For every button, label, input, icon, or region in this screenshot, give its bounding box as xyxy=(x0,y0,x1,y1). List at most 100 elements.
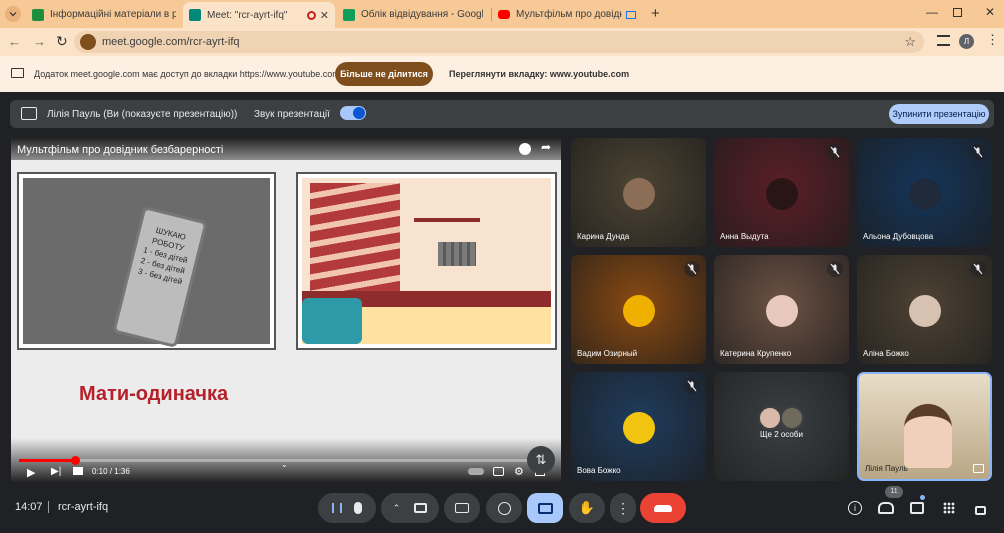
meeting-info-button[interactable]: i xyxy=(845,498,865,518)
tab-info-materials[interactable]: Інформаційні матеріали в рам xyxy=(26,3,182,26)
participant-name: Вадим Озирный xyxy=(577,349,638,358)
tab-title: Облік відвідування - Google Т xyxy=(361,9,483,20)
share-icon[interactable]: ➦ xyxy=(541,140,551,154)
subtitles-icon[interactable] xyxy=(493,467,504,476)
participant-tile[interactable]: Вадим Озирный xyxy=(571,255,706,364)
sofa-image xyxy=(302,298,362,344)
mic-off-icon xyxy=(970,261,986,277)
present-now-button[interactable] xyxy=(527,493,563,523)
reload-button[interactable]: ↻ xyxy=(56,33,68,50)
info-icon: i xyxy=(848,501,862,515)
shared-video[interactable]: Мультфільм про довідник безбарерності ➦ … xyxy=(11,138,561,482)
stop-presenting-button[interactable]: Зупинити презентацію xyxy=(889,104,989,124)
media-control-icon[interactable] xyxy=(937,35,950,46)
chat-button[interactable] xyxy=(907,498,927,518)
participant-tile[interactable]: Вова Божко xyxy=(571,372,706,481)
chevron-up-icon[interactable]: ⌃ xyxy=(393,503,401,514)
time-divider xyxy=(48,501,49,513)
tab-attendance[interactable]: Облік відвідування - Google Т xyxy=(337,3,489,26)
sound-toggle[interactable] xyxy=(340,106,366,120)
new-tab-button[interactable]: + xyxy=(651,5,660,22)
participant-name: Карина Дунда xyxy=(577,232,630,241)
classroom-icon xyxy=(32,8,44,21)
wall-shelf xyxy=(414,218,480,222)
back-button[interactable]: ← xyxy=(8,34,21,49)
share-tab-icon xyxy=(11,68,24,78)
presenter-camera-image xyxy=(904,404,952,468)
activities-button[interactable] xyxy=(939,498,959,518)
url-text: meet.google.com/rcr-ayrt-ifq xyxy=(102,36,240,48)
chapter-chevron-icon[interactable]: ⌄ xyxy=(281,460,288,469)
reactions-button[interactable] xyxy=(486,493,522,523)
chevron-down-icon xyxy=(9,12,17,17)
lock-person-icon xyxy=(974,506,986,515)
mic-off-icon xyxy=(827,144,843,160)
participant-tile[interactable]: Альона Дубовцова xyxy=(857,138,992,247)
raise-hand-button[interactable]: ✋ xyxy=(569,493,605,523)
participant-tile[interactable]: Анна Выдута xyxy=(714,138,849,247)
staircase-image xyxy=(310,183,400,303)
captions-icon xyxy=(455,503,469,513)
watch-later-icon[interactable] xyxy=(519,143,531,155)
participant-tile[interactable]: Катерина Крупенко xyxy=(714,255,849,364)
leave-call-button[interactable] xyxy=(640,493,686,523)
video-title-bar: Мультфільм про довідник безбарерності ➦ xyxy=(11,138,561,160)
view-tab-link[interactable]: Переглянути вкладку: www.youtube.com xyxy=(449,69,629,79)
youtube-icon xyxy=(498,10,510,19)
microphone-icon[interactable] xyxy=(354,502,362,514)
avatar xyxy=(623,295,655,327)
participant-tile[interactable]: Ще 2 особи xyxy=(714,372,849,481)
close-window-button[interactable]: ✕ xyxy=(985,5,995,19)
meet-icon xyxy=(189,9,201,21)
participant-tile[interactable]: Аліна Божко xyxy=(857,255,992,364)
tab-youtube[interactable]: Мультфільм про довідник xyxy=(492,3,642,26)
mic-off-icon xyxy=(827,261,843,277)
more-menu-icon[interactable]: ⋮ xyxy=(986,32,999,48)
participant-tile[interactable]: Карина Дунда xyxy=(571,138,706,247)
host-controls-button[interactable] xyxy=(970,498,990,518)
screen-share-icon xyxy=(626,10,636,19)
participant-name: Аліна Божко xyxy=(863,349,909,358)
close-tab-icon[interactable]: ✕ xyxy=(320,9,329,22)
speaker-icon xyxy=(353,107,365,119)
minimize-button[interactable]: — xyxy=(926,5,938,19)
tab-search-button[interactable] xyxy=(5,6,21,22)
progress-scrubber[interactable] xyxy=(70,456,80,465)
presenting-icon xyxy=(973,464,984,473)
restore-button[interactable] xyxy=(953,8,962,17)
next-icon[interactable]: ▶| xyxy=(51,466,61,477)
avatar xyxy=(909,295,941,327)
participant-name: Анна Выдута xyxy=(720,232,769,241)
volume-icon[interactable] xyxy=(73,467,83,475)
fit-video-button[interactable]: ⇅ xyxy=(527,446,555,474)
omnibox[interactable]: meet.google.com/rcr-ayrt-ifq ☆ xyxy=(74,31,924,53)
more-options-button[interactable]: ⋮ xyxy=(610,493,636,523)
camera-group: ⌃ xyxy=(381,493,439,523)
participant-name: Альона Дубовцова xyxy=(863,232,934,241)
people-button[interactable] xyxy=(876,498,896,518)
hangup-icon xyxy=(654,504,672,512)
autoplay-toggle[interactable] xyxy=(468,468,484,475)
stop-sharing-button[interactable]: Більше не ділитися xyxy=(335,62,433,86)
avatar xyxy=(623,178,655,210)
present-icon xyxy=(21,107,37,120)
tab-meet[interactable]: Meet: "rcr-ayrt-ifq" ✕ xyxy=(183,2,335,28)
video-time: 0:10 / 1:36 xyxy=(92,467,130,476)
participant-tile[interactable]: Лілія Пауль xyxy=(857,372,992,481)
bookmark-star-icon[interactable]: ☆ xyxy=(904,34,916,50)
mic-off-icon xyxy=(970,144,986,160)
play-icon[interactable]: ▶ xyxy=(27,466,35,479)
phone-image: ШУКАЮ РОБОТУ 1 - без дітей 2 - без дітей… xyxy=(112,205,208,349)
meet-stage: Лілія Пауль (Ви (показуєте презентацію))… xyxy=(0,92,1004,533)
profile-avatar[interactable]: Л xyxy=(959,34,974,49)
progress-played xyxy=(19,459,75,462)
captions-button[interactable] xyxy=(444,493,480,523)
site-info-icon[interactable] xyxy=(80,34,96,50)
avatar xyxy=(766,178,798,210)
camera-icon[interactable] xyxy=(414,503,428,513)
tab-title: Meet: "rcr-ayrt-ifq" xyxy=(207,9,288,21)
settings-icon[interactable]: ⚙ xyxy=(514,465,524,478)
forward-button[interactable]: → xyxy=(33,34,46,49)
hand-icon: ✋ xyxy=(578,500,596,515)
tab-sharing-bar: Додаток meet.google.com має доступ до вк… xyxy=(0,56,1004,92)
